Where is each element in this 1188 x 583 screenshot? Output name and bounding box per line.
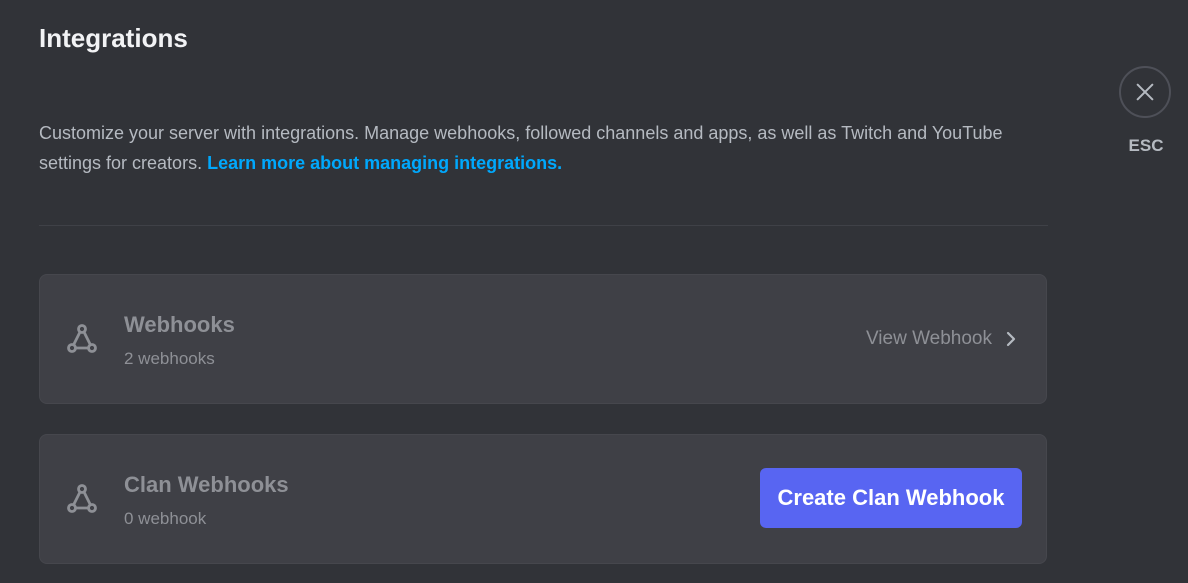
view-webhook-label: View Webhook	[865, 328, 992, 349]
clan-webhooks-title: Clan Webhooks	[124, 472, 289, 497]
clan-webhooks-count: 0 webhook	[124, 509, 207, 528]
page-title: Integrations	[39, 23, 188, 53]
webhook-icon	[67, 324, 97, 353]
webhooks-title: Webhooks	[124, 312, 235, 337]
learn-more-link[interactable]: Learn more about managing integrations.	[207, 153, 562, 173]
section-divider	[39, 225, 1048, 226]
view-webhook-link[interactable]: View Webhook	[866, 326, 1018, 352]
webhooks-count: 2 webhooks	[124, 349, 215, 368]
close-control: ESC	[1119, 66, 1175, 156]
esc-label: ESC	[1128, 136, 1164, 155]
close-icon	[1136, 83, 1154, 101]
close-button[interactable]	[1119, 66, 1171, 118]
webhooks-card: Webhooks 2 webhooks View Webhook	[39, 274, 1047, 404]
clan-webhooks-card: Clan Webhooks 0 webhook Create Clan Webh…	[39, 434, 1047, 564]
create-clan-webhook-button[interactable]: Create Clan Webhook	[760, 468, 1022, 528]
integrations-page: Integrations Customize your server with …	[0, 0, 1188, 583]
webhook-icon	[67, 484, 97, 513]
chevron-right-icon	[1004, 330, 1018, 348]
page-description: Customize your server with integrations.…	[39, 118, 1039, 178]
